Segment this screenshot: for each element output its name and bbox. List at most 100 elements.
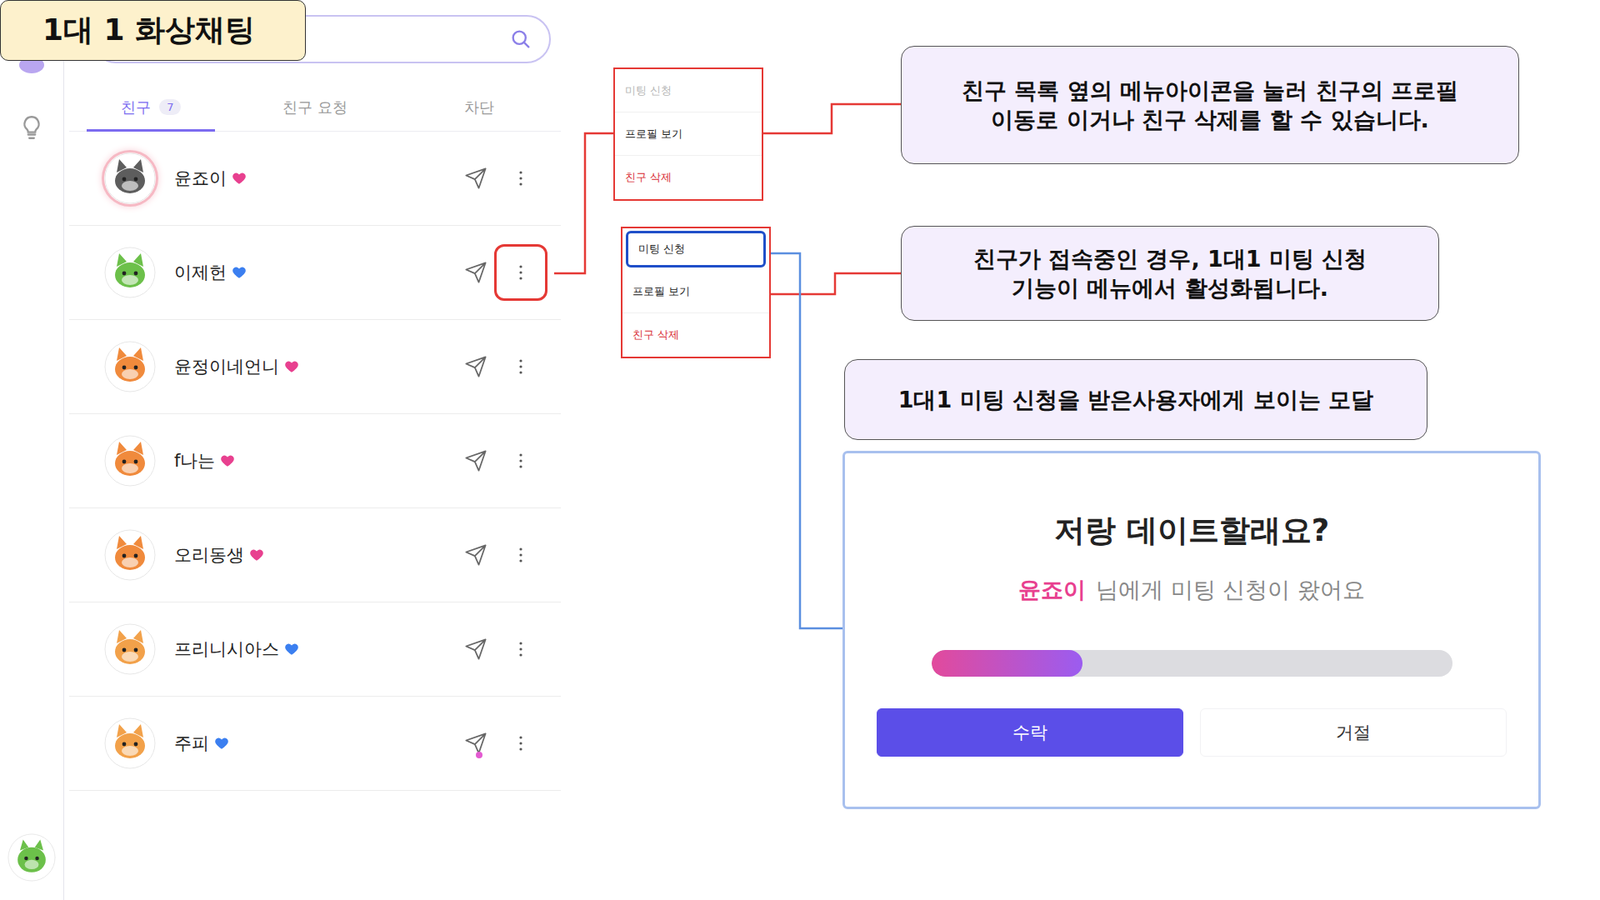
tab-label: 친구 요청 <box>282 97 348 118</box>
modal-buttons: 수락 거절 <box>876 708 1507 757</box>
sidebar <box>0 0 65 900</box>
callout-line: 기능이 메뉴에서 활성화됩니다. <box>1011 273 1329 303</box>
send-button[interactable] <box>464 260 488 285</box>
send-button[interactable] <box>464 355 488 379</box>
modal-message: 윤죠이 님에게 미팅 신청이 왔어요 <box>1018 575 1365 605</box>
menu-item: 미팅 신청 <box>615 69 762 113</box>
friend-avatar-icon <box>104 246 156 299</box>
timer-fill <box>931 650 1083 677</box>
menu-item[interactable]: 미팅 신청 <box>625 230 766 268</box>
menu-item-label: 친구 삭제 <box>625 170 672 185</box>
friend-avatar-icon <box>104 717 156 770</box>
more-icon <box>518 450 524 471</box>
friend-name: 주피 <box>174 731 210 755</box>
more-button[interactable] <box>494 432 548 490</box>
menu-offline: 미팅 신청프로필 보기친구 삭제 <box>613 67 764 201</box>
friend-row[interactable]: 이제헌 <box>69 225 561 320</box>
menu-callout: 친구 목록 옆의 메뉴아이콘을 눌러 친구의 프로필이동로 이거나 친구 삭제를… <box>900 45 1520 165</box>
send-icon <box>464 166 488 190</box>
menu-item[interactable]: 프로필 보기 <box>622 270 770 314</box>
more-button[interactable] <box>494 338 548 395</box>
friend-avatar-icon <box>104 435 156 487</box>
my-avatar-icon[interactable] <box>7 833 56 882</box>
friend-avatar-icon <box>104 152 156 205</box>
friend-avatar-icon <box>104 529 156 581</box>
menu-item-label: 친구 삭제 <box>632 327 680 343</box>
friend-avatar-icon <box>104 623 156 675</box>
send-icon <box>464 543 488 567</box>
friend-name: 윤정이네언니 <box>174 355 280 379</box>
tab-bar: 친구 7 친구 요청 차단 <box>69 83 561 132</box>
friend-row[interactable]: 오리동생 <box>69 508 561 603</box>
more-icon <box>518 733 524 754</box>
modal-title: 저랑 데이트할래요? <box>1054 510 1330 552</box>
heart-icon <box>249 547 265 563</box>
slide-title: 1대 1 화상채팅 <box>0 0 306 61</box>
timer-bar <box>931 650 1453 677</box>
sender-name: 윤죠이 <box>1018 575 1086 605</box>
more-icon <box>518 168 524 189</box>
slide: 친구7친구 요청차단윤죠이이제헌윤정이네언니f나는오리동생프리니시아스주피1대 … <box>0 0 1600 900</box>
send-button[interactable] <box>464 637 488 661</box>
send-button[interactable] <box>464 166 488 190</box>
heart-icon <box>284 359 300 375</box>
meeting-callout: 친구가 접속중인 경우, 1대1 미팅 신청기능이 메뉴에서 활성화됩니다. <box>900 225 1440 321</box>
tab[interactable]: 친구 7 <box>69 83 234 131</box>
more-button[interactable] <box>494 715 548 772</box>
tab-count: 7 <box>159 99 181 115</box>
more-icon <box>518 356 524 377</box>
friend-name: 윤죠이 <box>174 166 227 190</box>
send-icon <box>464 449 488 473</box>
more-button[interactable] <box>494 244 548 301</box>
menu-online: 미팅 신청프로필 보기친구 삭제 <box>620 226 771 359</box>
menu-item-label: 프로필 보기 <box>625 126 683 142</box>
heart-icon <box>220 453 235 469</box>
friend-row[interactable]: 프리니시아스 <box>69 602 561 697</box>
more-button[interactable] <box>494 150 548 207</box>
friend-row[interactable]: 윤정이네언니 <box>69 320 561 415</box>
friend-name: 프리니시아스 <box>174 637 280 661</box>
send-button[interactable] <box>464 731 488 755</box>
callout-line: 1대1 미팅 신청을 받은사용자에게 보이는 모달 <box>898 385 1375 415</box>
send-icon <box>464 355 488 379</box>
send-icon <box>464 637 488 661</box>
accept-button[interactable]: 수락 <box>876 708 1184 757</box>
more-icon <box>518 545 524 565</box>
send-icon <box>464 260 488 285</box>
tab-label: 친구 <box>120 97 151 118</box>
friends-panel: 친구 7 친구 요청 차단윤죠이이제헌윤정이네언니 f나는오리동생프리니시아스주피 <box>64 0 561 900</box>
heart-icon <box>284 641 300 657</box>
friend-list: 윤죠이이제헌윤정이네언니 f나는오리동생프리니시아스주피 <box>69 131 561 791</box>
heart-icon <box>214 735 230 751</box>
unread-dot <box>475 751 483 759</box>
menu-item-label: 미팅 신청 <box>638 241 685 257</box>
callout-line: 이동로 이거나 친구 삭제를 할 수 있습니다. <box>990 105 1430 135</box>
menu-item[interactable]: 프로필 보기 <box>615 112 762 156</box>
meeting-modal: 저랑 데이트할래요? 윤죠이 님에게 미팅 신청이 왔어요수락 거절 <box>842 450 1541 810</box>
callout-line: 친구 목록 옆의 메뉴아이콘을 눌러 친구의 프로필 <box>961 75 1459 105</box>
friend-row[interactable]: 주피 <box>69 696 561 791</box>
friend-row[interactable]: 윤죠이 <box>69 131 561 226</box>
friend-name: f나는 <box>174 449 215 473</box>
menu-item[interactable]: 친구 삭제 <box>615 155 762 200</box>
friend-name: 이제헌 <box>174 260 227 285</box>
message-text: 님에게 미팅 신청이 왔어요 <box>1095 575 1365 605</box>
callout-line: 친구가 접속중인 경우, 1대1 미팅 신청 <box>973 244 1368 274</box>
more-button[interactable] <box>494 526 548 584</box>
send-button[interactable] <box>464 449 488 473</box>
search-icon[interactable] <box>509 27 533 51</box>
tab[interactable]: 친구 요청 <box>233 83 398 131</box>
bulb-icon[interactable] <box>17 113 46 142</box>
menu-item[interactable]: 친구 삭제 <box>622 313 770 357</box>
send-button[interactable] <box>464 543 488 567</box>
friend-avatar-icon <box>104 340 156 393</box>
modal-caption: 1대1 미팅 신청을 받은사용자에게 보이는 모달 <box>844 359 1428 440</box>
friend-row[interactable]: f나는 <box>69 414 561 509</box>
more-button[interactable] <box>494 620 548 678</box>
decline-button[interactable]: 거절 <box>1200 708 1507 757</box>
more-icon <box>518 639 524 660</box>
friend-name: 오리동생 <box>174 543 245 567</box>
menu-item-label: 프로필 보기 <box>632 284 690 300</box>
menu-item-label: 미팅 신청 <box>625 83 672 99</box>
tab[interactable]: 차단 <box>396 83 561 131</box>
